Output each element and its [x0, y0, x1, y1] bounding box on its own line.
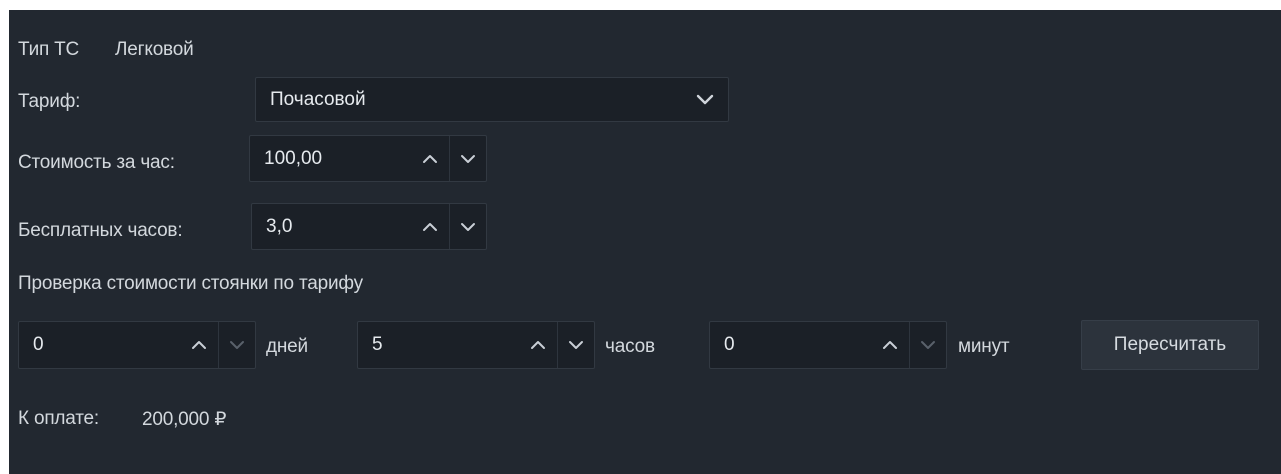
- free-hours-stepper[interactable]: 3,0: [251, 203, 487, 250]
- hourly-cost-input[interactable]: 100,00: [264, 136, 322, 181]
- vehicle-type-label: Тип ТС: [18, 39, 80, 60]
- tariff-panel: Тип ТС Легковой Тариф: Почасовой Стоимос…: [9, 10, 1281, 474]
- chevron-down-icon: [460, 154, 475, 163]
- decrement-button[interactable]: [556, 322, 595, 368]
- tariff-label: Тариф:: [18, 91, 81, 112]
- hours-unit-label: часов: [605, 336, 655, 357]
- minutes-input[interactable]: 0: [724, 322, 735, 368]
- vehicle-type-value: Легковой: [115, 39, 194, 60]
- chevron-down-icon: [920, 341, 935, 349]
- days-stepper[interactable]: 0: [18, 321, 256, 369]
- free-hours-label: Бесплатных часов:: [18, 220, 183, 241]
- payment-label: К оплате:: [18, 408, 99, 429]
- decrement-button[interactable]: [448, 136, 487, 181]
- free-hours-input[interactable]: 3,0: [266, 204, 292, 249]
- increment-button[interactable]: [412, 136, 449, 181]
- increment-button[interactable]: [520, 322, 557, 368]
- increment-button[interactable]: [872, 322, 909, 368]
- minutes-unit-label: минут: [958, 336, 1010, 357]
- payment-amount: 200,000 ₽: [142, 409, 227, 430]
- minutes-spin: [872, 322, 946, 368]
- increment-button[interactable]: [412, 204, 449, 249]
- recalculate-button[interactable]: Пересчитать: [1081, 320, 1259, 370]
- days-input[interactable]: 0: [33, 322, 44, 368]
- chevron-down-icon: [696, 94, 714, 106]
- chevron-up-icon: [423, 154, 438, 163]
- minutes-stepper[interactable]: 0: [709, 321, 947, 369]
- check-heading: Проверка стоимости стоянки по тарифу: [18, 273, 363, 294]
- hourly-cost-stepper[interactable]: 100,00: [249, 135, 487, 182]
- hours-input[interactable]: 5: [372, 322, 383, 368]
- free-hours-spin: [412, 204, 486, 249]
- increment-button[interactable]: [181, 322, 218, 368]
- decrement-button[interactable]: [448, 204, 487, 249]
- days-spin: [181, 322, 255, 368]
- decrement-button[interactable]: [908, 322, 947, 368]
- chevron-down-icon: [229, 341, 244, 349]
- hours-spin: [520, 322, 594, 368]
- hours-stepper[interactable]: 5: [357, 321, 595, 369]
- chevron-up-icon: [531, 341, 546, 349]
- days-unit-label: дней: [266, 336, 308, 357]
- decrement-button[interactable]: [217, 322, 256, 368]
- chevron-down-icon: [460, 222, 475, 231]
- chevron-up-icon: [192, 341, 207, 349]
- hourly-cost-label: Стоимость за час:: [18, 152, 175, 173]
- tariff-select[interactable]: Почасовой: [255, 77, 729, 122]
- chevron-up-icon: [423, 222, 438, 231]
- tariff-selected-value: Почасовой: [270, 88, 366, 110]
- hourly-cost-spin: [412, 136, 486, 181]
- chevron-down-icon: [568, 341, 583, 349]
- chevron-up-icon: [883, 341, 898, 349]
